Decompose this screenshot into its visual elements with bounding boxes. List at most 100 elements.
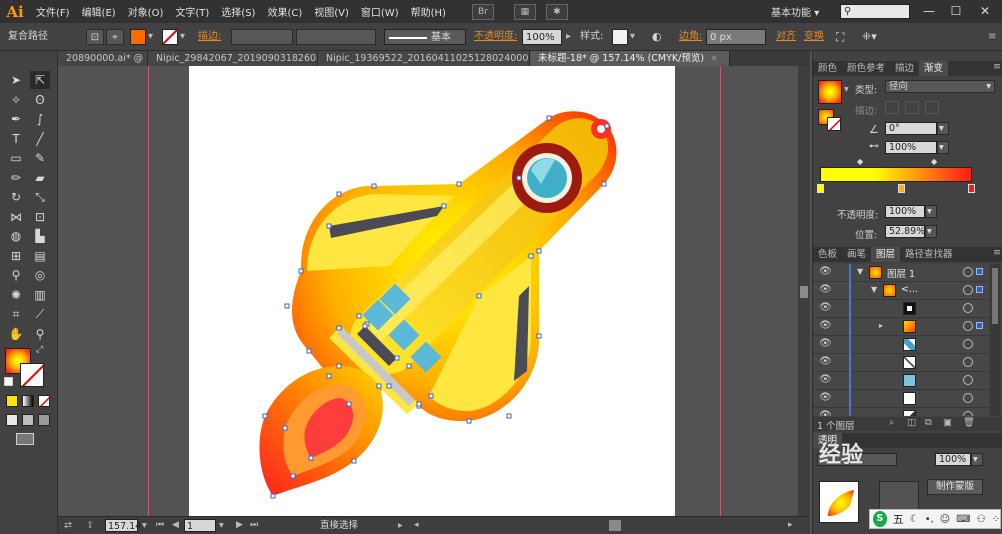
visibility-eye-icon[interactable]: 👁 [819, 338, 832, 349]
menu-item-5[interactable]: 效果(C) [261, 4, 308, 19]
layers-panel-menu-icon[interactable]: ≡ [993, 247, 1001, 258]
status-menu-icon[interactable]: ▸ [398, 519, 403, 532]
document-tab[interactable]: 未标题-18* @ 157.14% (CMYK/预览) × [530, 51, 730, 66]
draw-behind-icon[interactable] [22, 414, 34, 426]
screen-mode-icon[interactable] [16, 433, 34, 445]
eraser-tool[interactable]: ▰ [30, 169, 50, 187]
visibility-eye-icon[interactable]: 👁 [819, 374, 832, 385]
stroke-along-icon[interactable] [905, 101, 919, 114]
artboard[interactable] [189, 66, 675, 516]
mesh-tool[interactable]: ⊞ [6, 247, 26, 265]
keyboard-icon[interactable]: ⌨ [956, 514, 970, 525]
menu-item-0[interactable]: 文件(F) [30, 4, 76, 19]
visibility-eye-icon[interactable]: 👁 [819, 392, 832, 403]
layer-row[interactable]: 👁 [813, 336, 989, 354]
scroll-right-icon[interactable]: ▸ [788, 519, 793, 532]
color-mode-icon[interactable] [6, 395, 18, 407]
moon-icon[interactable]: ☾ [910, 514, 919, 525]
corner-link[interactable]: 边角: [679, 29, 702, 45]
document-tab[interactable]: Nipic_29842067_20190903182608301000.ai*× [148, 51, 318, 66]
gradient-slider[interactable] [820, 167, 972, 182]
export-icon[interactable]: ⇪ [86, 519, 94, 532]
slice-tool[interactable]: ⟋ [30, 305, 50, 323]
scroll-left-icon[interactable]: ◂ [414, 519, 419, 532]
layer-row[interactable]: 👁 ▼ <... [813, 282, 989, 300]
artboard-dropdown-icon[interactable]: ▾ [219, 519, 224, 532]
ime-toolbar[interactable]: S 五 ☾ •, ☺ ⌨ ⚇ ⁘ [869, 509, 1001, 529]
opacity-arrow-icon[interactable]: ▸ [566, 29, 571, 45]
opacity-field[interactable]: 100% [522, 29, 562, 45]
menu-item-7[interactable]: 窗口(W) [355, 4, 405, 19]
make-mask-button[interactable]: 制作蒙版 [927, 479, 983, 495]
gradient-swatch-dropdown-icon[interactable]: ▾ [844, 84, 849, 95]
visibility-eye-icon[interactable]: 👁 [819, 302, 832, 313]
gradient-panel-menu-icon[interactable]: ≡ [993, 61, 1001, 72]
opacity-link[interactable]: 不透明度: [474, 29, 517, 45]
expand-triangle-icon[interactable]: ▼ [871, 285, 877, 294]
layer-name[interactable]: <... [901, 284, 918, 295]
target-circle-icon[interactable] [963, 357, 973, 367]
zoom-dropdown-icon[interactable]: ▾ [142, 519, 147, 532]
rectangle-tool[interactable]: ▭ [6, 149, 26, 167]
style-dropdown-icon[interactable]: ▾ [630, 29, 635, 45]
gradient-opacity-field[interactable]: 100% [885, 205, 925, 218]
type-tool[interactable]: T [6, 130, 26, 148]
layer-row[interactable]: 👁 ▸ [813, 318, 989, 336]
canvas[interactable] [58, 66, 798, 516]
gradient-angle-field[interactable]: 0° [885, 122, 937, 135]
gradient-stroke-mini[interactable] [827, 117, 841, 131]
graphic-style-swatch[interactable] [612, 29, 628, 45]
selection-tool[interactable]: ➤ [6, 71, 26, 89]
make-clipping-mask-icon[interactable]: ◫ [907, 417, 916, 428]
target-circle-icon[interactable] [963, 339, 973, 349]
tab-color-1[interactable]: 颜色参考 [842, 61, 890, 76]
swap-fill-stroke-icon[interactable]: ⤢ [36, 345, 43, 355]
stroke-dropdown-icon[interactable]: ▾ [180, 29, 185, 45]
stroke-within-icon[interactable] [885, 101, 899, 114]
angle-dropdown-icon[interactable]: ▾ [937, 122, 949, 135]
layer-name[interactable]: 图层 1 [887, 266, 915, 280]
paintbrush-tool[interactable]: ✎ [30, 149, 50, 167]
edit-path-icon[interactable]: ⌖ [106, 29, 124, 45]
tab-color-2[interactable]: 描边 [890, 61, 919, 76]
arrange-documents-icon[interactable]: ▦ [513, 3, 536, 20]
workspace-switcher[interactable]: 基本功能 ▾ [771, 4, 819, 19]
magic-wand-tool[interactable]: ✧ [6, 91, 26, 109]
menu-item-4[interactable]: 选择(S) [215, 4, 261, 19]
visibility-eye-icon[interactable]: 👁 [819, 356, 832, 367]
target-circle-icon[interactable] [963, 267, 973, 277]
layer-row[interactable]: 👁 [813, 390, 989, 408]
selection-square-icon[interactable] [976, 268, 983, 275]
new-layer-icon[interactable]: ▣ [943, 417, 952, 428]
location-dropdown-icon[interactable]: ▾ [925, 225, 937, 238]
status-arrows-icon[interactable]: ⇄ [64, 519, 72, 532]
menu-item-8[interactable]: 帮助(H) [405, 4, 452, 19]
curvature-tool[interactable]: ∫ [30, 110, 50, 128]
visibility-eye-icon[interactable]: 👁 [819, 320, 832, 331]
layer-row[interactable]: 👁 [813, 354, 989, 372]
variable-width-profile[interactable] [296, 29, 376, 45]
stroke-across-icon[interactable] [925, 101, 939, 114]
gradient-stop-3[interactable] [968, 184, 975, 193]
visibility-eye-icon[interactable]: 👁 [819, 410, 832, 416]
bridge-icon[interactable]: Br [471, 3, 494, 20]
shirt-icon[interactable]: ⚇ [977, 514, 986, 525]
visibility-eye-icon[interactable]: 👁 [819, 266, 832, 277]
vertical-scrollbar[interactable] [798, 66, 810, 516]
horizontal-scroll-thumb[interactable] [609, 520, 621, 531]
pencil-tool[interactable]: ✏ [6, 169, 26, 187]
tab-layers-0[interactable]: 色板 [813, 247, 842, 262]
target-circle-icon[interactable] [963, 375, 973, 385]
selection-square-icon[interactable] [976, 322, 983, 329]
gradient-type-dropdown[interactable]: 径向 ▾ [885, 80, 995, 93]
scale-tool[interactable]: ⤡ [30, 188, 50, 206]
layer-row[interactable]: 👁 [813, 300, 989, 318]
target-circle-icon[interactable] [963, 303, 973, 313]
panel-menu-icon[interactable]: ≡ [988, 29, 996, 45]
target-circle-icon[interactable] [963, 285, 973, 295]
zoom-field[interactable]: 157.14 [105, 519, 141, 532]
width-tool[interactable]: ⋈ [6, 208, 26, 226]
direct-selection-tool[interactable]: ⇱ [30, 71, 50, 89]
fill-swatch[interactable] [130, 29, 146, 45]
ime-mode-label[interactable]: 五 [893, 511, 904, 527]
